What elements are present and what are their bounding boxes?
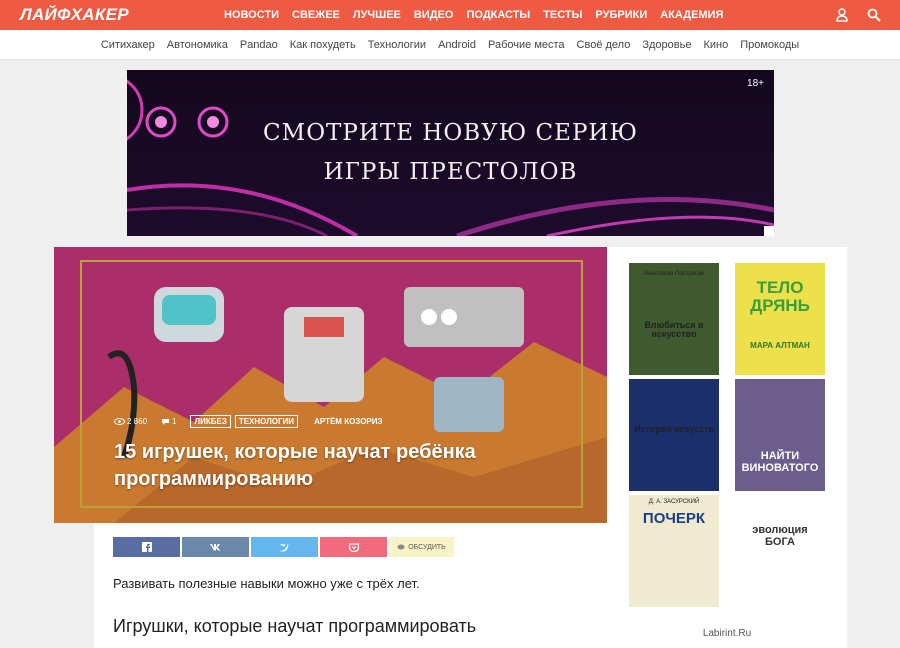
age-rating: 18+	[747, 78, 764, 89]
book-cover[interactable]: История искусств	[629, 379, 719, 491]
facebook-icon	[141, 542, 152, 552]
tag-likbez[interactable]: ЛИКБЕЗ	[190, 415, 231, 428]
book-cover[interactable]: Влюбиться в искусство Анастасия Пострига…	[629, 263, 719, 375]
article-subheading: Игрушки, которые научат программировать	[113, 616, 477, 636]
share-twitter-button[interactable]	[251, 537, 318, 557]
share-facebook-button[interactable]	[113, 537, 180, 557]
search-icon[interactable]	[866, 7, 882, 23]
ad-source[interactable]: Labirint.Ru	[607, 628, 847, 639]
book-title: История искусств	[634, 424, 714, 434]
article-author[interactable]: АРТЁМ КОЗОРИЗ	[314, 417, 382, 426]
nav-item-rubrics[interactable]: РУБРИКИ	[595, 9, 647, 21]
comments-count: 1	[172, 417, 177, 426]
comments-counter[interactable]: 1	[161, 417, 176, 426]
discuss-label: ОБСУДИТЬ	[408, 543, 446, 551]
views-counter: 2 860	[114, 417, 147, 426]
book-author: МАРА АЛТМАН	[750, 341, 810, 350]
subnav-item-cinema[interactable]: Кино	[703, 39, 728, 51]
nav-item-news[interactable]: НОВОСТИ	[224, 9, 279, 21]
nav-item-fresh[interactable]: СВЕЖЕЕ	[292, 9, 340, 21]
share-bar: ОБСУДИТЬ	[113, 537, 456, 557]
book-cover[interactable]: Д. А. ЗАСУРСКИЙ ПОЧЕРК	[629, 495, 719, 607]
book-title: НАЙТИ ВИНОВАТОГО	[741, 450, 819, 474]
eye-icon	[114, 418, 125, 425]
site-logo[interactable]: ЛАЙФХАКЕР	[20, 5, 129, 25]
adchoices-icon[interactable]	[764, 226, 774, 236]
hero-article[interactable]: 2 860 1 ЛИКБЕЗ ТЕХНОЛОГИИ АРТЁМ КОЗОРИЗ …	[54, 247, 607, 523]
book-cover[interactable]: НАЙТИ ВИНОВАТОГО	[735, 379, 825, 491]
tag-technologies[interactable]: ТЕХНОЛОГИИ	[234, 415, 299, 428]
banner-headline-2: ИГРЫ ПРЕСТОЛОВ	[323, 159, 578, 185]
book-author: Д. А. ЗАСУРСКИЙ	[648, 499, 700, 505]
pocket-icon	[348, 542, 359, 552]
views-count: 2 860	[127, 417, 148, 426]
book-title: эволюция БОГА	[752, 524, 808, 548]
top-bar: ЛАЙФХАКЕР НОВОСТИ СВЕЖЕЕ ЛУЧШЕЕ ВИДЕО ПО…	[0, 0, 900, 30]
subnav-item-workplaces[interactable]: Рабочие места	[488, 39, 565, 51]
side-ad[interactable]: ⓘ✕ Влюбиться в искусство Анастасия Постр…	[607, 247, 847, 648]
subnav-item-technologies[interactable]: Технологии	[368, 39, 426, 51]
nav-item-tests[interactable]: ТЕСТЫ	[543, 9, 582, 21]
nav-item-best[interactable]: ЛУЧШЕЕ	[353, 9, 401, 21]
subnav-item-promocodes[interactable]: Промокоды	[740, 39, 799, 51]
book-title: ТЕЛО ДРЯНЬ	[750, 278, 810, 315]
subnav-item-android[interactable]: Android	[438, 39, 476, 51]
book-cover[interactable]: ТЕЛО ДРЯНЬ МАРА АЛТМАН	[735, 263, 825, 375]
subnav-item-avtonomika[interactable]: Автономика	[167, 39, 228, 51]
book-title: Влюбиться в искусство	[644, 320, 704, 340]
vk-icon	[209, 544, 220, 551]
nav-item-video[interactable]: ВИДЕО	[414, 9, 454, 21]
book-cover[interactable]: эволюция БОГА	[735, 495, 825, 607]
sub-nav: Ситихакер Автономика Pandao Как похудеть…	[0, 30, 900, 60]
user-icon[interactable]	[834, 7, 850, 23]
banner-headline-1: СМОТРИТЕ НОВУЮ СЕРИЮ	[263, 120, 638, 146]
nav-item-podcasts[interactable]: ПОДКАСТЫ	[467, 9, 531, 21]
subnav-item-own-business[interactable]: Своё дело	[577, 39, 631, 51]
book-author: Анастасия Постригай	[644, 271, 704, 277]
comment-icon	[162, 418, 170, 425]
subnav-item-pandao[interactable]: Pandao	[240, 39, 278, 51]
book-title: ПОЧЕРК	[642, 510, 706, 527]
share-pocket-button[interactable]	[320, 537, 387, 557]
chat-icon	[397, 544, 405, 549]
banner-ad[interactable]: 18+ СМОТРИТЕ НОВУЮ СЕРИЮ ИГРЫ ПРЕСТОЛОВ	[127, 70, 774, 236]
article-title[interactable]: 15 игрушек, которые научат ребёнка прогр…	[114, 439, 554, 493]
share-vk-button[interactable]	[182, 537, 249, 557]
twitter-icon	[279, 543, 289, 552]
banner-decoration	[127, 79, 774, 236]
subnav-item-health[interactable]: Здоровье	[642, 39, 691, 51]
main-nav: НОВОСТИ СВЕЖЕЕ ЛУЧШЕЕ ВИДЕО ПОДКАСТЫ ТЕС…	[224, 0, 736, 30]
subnav-item-citihacker[interactable]: Ситихакер	[101, 39, 155, 51]
subnav-item-lose-weight[interactable]: Как похудеть	[290, 39, 356, 51]
article-lead: Развивать полезные навыки можно уже с тр…	[113, 576, 420, 591]
article-meta: 2 860 1 ЛИКБЕЗ ТЕХНОЛОГИИ АРТЁМ КОЗОРИЗ	[114, 415, 383, 428]
nav-item-academy[interactable]: АКАДЕМИЯ	[660, 9, 723, 21]
discuss-button[interactable]: ОБСУДИТЬ	[389, 537, 454, 557]
